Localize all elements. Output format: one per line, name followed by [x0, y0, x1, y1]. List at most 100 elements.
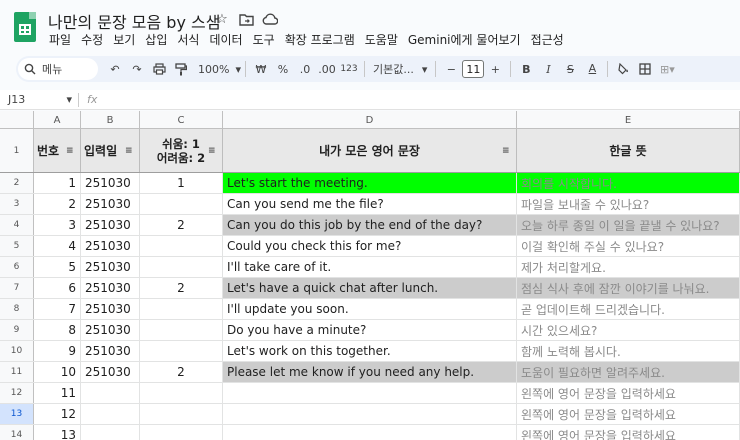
menu-view[interactable]: 보기 — [108, 31, 140, 48]
name-box[interactable]: J13 ▾ — [0, 93, 78, 106]
percent-format-button[interactable]: % — [272, 58, 294, 80]
paint-format-icon[interactable] — [170, 58, 192, 80]
cell-korean-meaning[interactable]: 도움이 필요하면 알려주세요. — [517, 362, 740, 382]
cell-date[interactable]: 251030 — [81, 236, 140, 256]
header-cell-date[interactable]: 입력일 ≡ — [81, 129, 140, 172]
cell-difficulty[interactable] — [140, 404, 223, 424]
font-size-increase-button[interactable]: + — [484, 58, 506, 80]
row-header[interactable]: 9 — [0, 320, 34, 340]
menu-data[interactable]: 데이터 — [204, 31, 247, 48]
cell-date[interactable]: 251030 — [81, 299, 140, 319]
row-header[interactable]: 1 — [0, 129, 34, 172]
cell-date[interactable]: 251030 — [81, 173, 140, 193]
cell-difficulty[interactable] — [140, 299, 223, 319]
cell-korean-meaning[interactable]: 오늘 하루 종일 이 일을 끝낼 수 있나요? — [517, 215, 740, 235]
row-header[interactable]: 10 — [0, 341, 34, 361]
cell-korean-meaning[interactable]: 점심 식사 후에 잠깐 이야기를 나눠요. — [517, 278, 740, 298]
more-formats-button[interactable]: 123 — [338, 58, 360, 80]
zoom-select[interactable]: 100% ▾ — [198, 58, 241, 80]
header-cell-number[interactable]: 번호 ≡ — [34, 129, 81, 172]
cell-korean-meaning[interactable]: 왼쪽에 영어 문장을 입력하세요 — [517, 425, 740, 440]
cell-korean-meaning[interactable]: 왼쪽에 영어 문장을 입력하세요 — [517, 383, 740, 403]
cell-difficulty[interactable] — [140, 341, 223, 361]
cell-english-sentence[interactable]: Let's have a quick chat after lunch. — [223, 278, 517, 298]
cell-date[interactable]: 251030 — [81, 194, 140, 214]
cell-korean-meaning[interactable]: 이걸 확인해 주실 수 있나요? — [517, 236, 740, 256]
column-header-e[interactable]: E — [517, 111, 740, 129]
cell-difficulty[interactable] — [140, 194, 223, 214]
cell-difficulty[interactable] — [140, 236, 223, 256]
column-header-d[interactable]: D — [223, 111, 517, 129]
cell-number[interactable]: 13 — [34, 425, 81, 440]
column-header-a[interactable]: A — [34, 111, 81, 129]
move-folder-icon[interactable] — [238, 11, 254, 27]
italic-button[interactable]: I — [537, 58, 559, 80]
menu-search-box[interactable]: 메뉴 — [18, 58, 98, 80]
cell-date[interactable]: 251030 — [81, 215, 140, 235]
row-header[interactable]: 6 — [0, 257, 34, 277]
currency-format-button[interactable]: ₩ — [250, 58, 272, 80]
cell-english-sentence[interactable]: I'll update you soon. — [223, 299, 517, 319]
cell-date[interactable]: 251030 — [81, 320, 140, 340]
cell-date[interactable] — [81, 383, 140, 403]
decrease-decimal-button[interactable]: .0 — [294, 58, 316, 80]
cell-date[interactable]: 251030 — [81, 257, 140, 277]
cell-difficulty[interactable] — [140, 425, 223, 440]
row-header[interactable]: 5 — [0, 236, 34, 256]
filter-icon[interactable]: ≡ — [502, 146, 513, 156]
font-select[interactable]: 기본값... ▾ — [369, 58, 431, 80]
cell-korean-meaning[interactable]: 왼쪽에 영어 문장을 입력하세요 — [517, 404, 740, 424]
cell-english-sentence[interactable]: Do you have a minute? — [223, 320, 517, 340]
row-header[interactable]: 11 — [0, 362, 34, 382]
menu-file[interactable]: 파일 — [44, 31, 76, 48]
header-cell-difficulty[interactable]: 쉬움: 1 어려움: 2 ≡ — [140, 129, 223, 172]
cell-korean-meaning[interactable]: 제가 처리할게요. — [517, 257, 740, 277]
header-cell-korean[interactable]: 한글 뜻 — [517, 129, 740, 172]
cell-difficulty[interactable]: 2 — [140, 362, 223, 382]
cell-english-sentence[interactable]: I'll take care of it. — [223, 257, 517, 277]
cell-english-sentence[interactable]: Could you check this for me? — [223, 236, 517, 256]
cell-english-sentence[interactable] — [223, 425, 517, 440]
cell-number[interactable]: 2 — [34, 194, 81, 214]
row-header[interactable]: 14 — [0, 425, 34, 440]
fill-color-icon[interactable] — [612, 58, 634, 80]
merge-cells-icon[interactable]: ⊞▾ — [656, 58, 678, 80]
cell-korean-meaning[interactable]: 함께 노력해 봅시다. — [517, 341, 740, 361]
menu-tools[interactable]: 도구 — [248, 31, 280, 48]
row-header[interactable]: 12 — [0, 383, 34, 403]
sheets-logo-icon[interactable] — [14, 12, 36, 42]
cell-date[interactable] — [81, 425, 140, 440]
row-header[interactable]: 3 — [0, 194, 34, 214]
column-header-b[interactable]: B — [81, 111, 140, 129]
cell-english-sentence[interactable] — [223, 404, 517, 424]
row-header[interactable]: 7 — [0, 278, 34, 298]
row-header[interactable]: 8 — [0, 299, 34, 319]
cell-difficulty[interactable] — [140, 320, 223, 340]
select-all-corner[interactable] — [0, 111, 34, 129]
cell-english-sentence[interactable]: Let's work on this together. — [223, 341, 517, 361]
undo-icon[interactable]: ↶ — [104, 58, 126, 80]
document-title[interactable]: 나만의 문장 모음 by 스샘 — [48, 9, 220, 33]
cell-korean-meaning[interactable]: 시간 있으세요? — [517, 320, 740, 340]
strikethrough-icon[interactable]: S — [559, 58, 581, 80]
cell-date[interactable]: 251030 — [81, 341, 140, 361]
cell-korean-meaning[interactable]: 회의를 시작합니다. — [517, 173, 740, 193]
cell-english-sentence[interactable]: Let's start the meeting. — [223, 173, 517, 193]
redo-icon[interactable]: ↷ — [126, 58, 148, 80]
cell-korean-meaning[interactable]: 곧 업데이트해 드리겠습니다. — [517, 299, 740, 319]
cell-number[interactable]: 10 — [34, 362, 81, 382]
menu-insert[interactable]: 삽입 — [140, 31, 172, 48]
cell-number[interactable]: 3 — [34, 215, 81, 235]
menu-format[interactable]: 서식 — [172, 31, 204, 48]
cell-difficulty[interactable]: 1 — [140, 173, 223, 193]
menu-gemini[interactable]: Gemini에게 물어보기 — [403, 31, 526, 48]
cell-english-sentence[interactable]: Please let me know if you need any help. — [223, 362, 517, 382]
cell-korean-meaning[interactable]: 파일을 보내줄 수 있나요? — [517, 194, 740, 214]
cell-difficulty[interactable] — [140, 383, 223, 403]
cloud-status-icon[interactable] — [262, 11, 278, 27]
filter-icon[interactable]: ≡ — [66, 146, 77, 156]
formula-input[interactable] — [97, 91, 740, 109]
filter-icon[interactable]: ≡ — [125, 146, 136, 156]
cell-number[interactable]: 9 — [34, 341, 81, 361]
increase-decimal-button[interactable]: .00 — [316, 58, 338, 80]
